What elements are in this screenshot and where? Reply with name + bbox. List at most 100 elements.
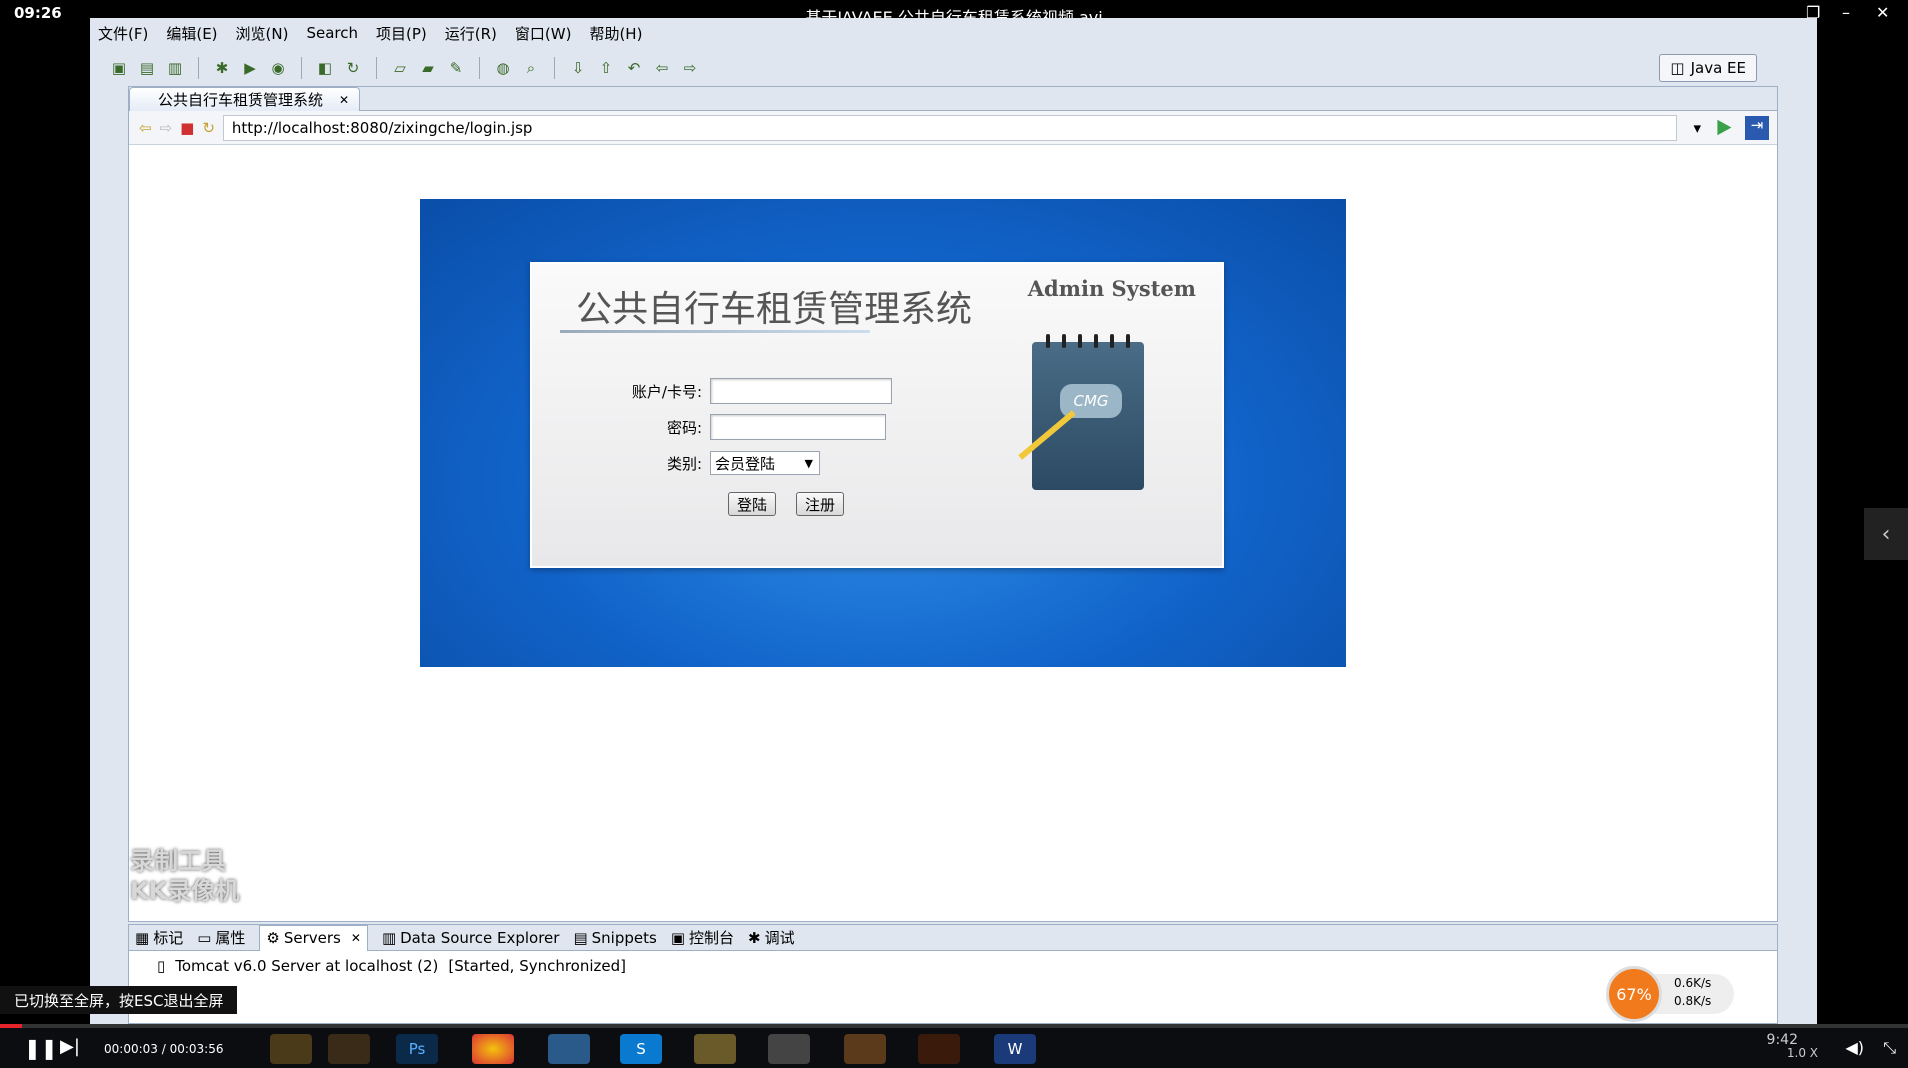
chevron-left-icon[interactable]: ‹ (1864, 508, 1908, 560)
toolbar-separator (301, 57, 302, 79)
menu-run[interactable]: 运行(R) (445, 23, 497, 44)
menu-help[interactable]: 帮助(H) (589, 23, 642, 44)
word-icon[interactable]: W (994, 1034, 1036, 1064)
open-type-icon[interactable]: ▰ (417, 57, 439, 79)
save-icon[interactable]: ▤ (136, 57, 158, 79)
chevron-down-icon: ▼ (804, 456, 813, 470)
pencil-icon[interactable]: ✎ (445, 57, 467, 79)
account-row: 账户/卡号: (532, 378, 892, 404)
chevron-down-icon[interactable]: ▾ (1693, 119, 1701, 137)
app-icon[interactable] (918, 1034, 960, 1064)
menu-window[interactable]: 窗口(W) (515, 23, 572, 44)
toolbar-separator (479, 57, 480, 79)
close-tab-icon[interactable]: ✕ (351, 931, 361, 945)
tab-data-source-explorer[interactable]: ▥ Data Source Explorer (382, 929, 560, 947)
menu-edit[interactable]: 编辑(E) (166, 23, 217, 44)
forward-icon[interactable]: ⇨ (160, 119, 173, 137)
register-button[interactable]: 注册 (796, 492, 845, 516)
globe-icon[interactable]: ◍ (492, 57, 514, 79)
photoshop-icon[interactable]: Ps (396, 1034, 438, 1064)
url-input[interactable]: http://localhost:8080/zixingche/login.js… (222, 114, 1678, 141)
left-trim (90, 88, 128, 988)
menu-file[interactable]: 文件(F) (98, 23, 148, 44)
memory-percent: 67% (1606, 966, 1662, 1022)
tab-label: Servers (283, 929, 341, 947)
playback-speed[interactable]: 1.0 X (1787, 1046, 1818, 1060)
pause-icon[interactable]: ❚❚ (24, 1036, 58, 1060)
perspective-switcher[interactable]: ◫ Java EE (1659, 54, 1757, 82)
toolbar-separator (554, 57, 555, 79)
refresh-icon[interactable]: ↻ (342, 57, 364, 79)
login-button[interactable]: 登陆 (728, 492, 777, 516)
explorer-icon[interactable] (694, 1034, 736, 1064)
toolbar: ▣ ▤ ▥ ✱ ▶ ◉ ◧ ↻ ▱ ▰ ✎ ◍ ⌕ ⇩ ⇧ ↶ ⇦ ⇨ (90, 50, 1817, 86)
tab-login-page[interactable]: 公共自行车租赁管理系统 ✕ (129, 87, 361, 111)
new-server-icon[interactable]: ◧ (314, 57, 336, 79)
password-row: 密码: (532, 414, 886, 440)
menu-project[interactable]: 项目(P) (376, 23, 427, 44)
chrome-icon[interactable] (472, 1034, 514, 1064)
new-icon[interactable]: ▣ (108, 57, 130, 79)
server-name: Tomcat v6.0 Server at localhost (2) (175, 957, 439, 975)
tab-label: 调试 (764, 929, 795, 947)
ring (1110, 334, 1114, 348)
stop-icon[interactable]: ■ (180, 119, 194, 137)
media-player-icon[interactable] (328, 1034, 370, 1064)
tab-properties[interactable]: ▭ 属性 (197, 927, 245, 948)
minimize-icon[interactable]: – (1842, 3, 1850, 22)
tool-icon[interactable] (768, 1034, 810, 1064)
tab-debug[interactable]: ✱ 调试 (748, 927, 795, 948)
folder-icon[interactable] (270, 1034, 312, 1064)
account-label: 账户/卡号: (631, 382, 702, 401)
open-external-icon[interactable]: ⇥ (1745, 115, 1769, 140)
tab-snippets[interactable]: ▤ Snippets (573, 929, 656, 947)
tab-console[interactable]: ▣ 控制台 (671, 927, 734, 948)
type-row: 类别: 会员登陆 ▼ (532, 451, 820, 475)
open-folder-icon[interactable]: ▱ (389, 57, 411, 79)
next-icon[interactable]: ▶| (60, 1036, 80, 1057)
toolbar-separator (198, 57, 199, 79)
refresh-icon[interactable]: ↻ (202, 119, 215, 137)
back-icon[interactable]: ⇦ (651, 57, 673, 79)
password-input[interactable] (710, 414, 886, 440)
go-icon[interactable] (1717, 119, 1732, 136)
menu-navigate[interactable]: 浏览(N) (236, 23, 289, 44)
server-row[interactable]: ▯ Tomcat v6.0 Server at localhost (2) [S… (129, 951, 1777, 975)
notebook-logo: CMG (1018, 334, 1144, 490)
tab-markers[interactable]: ▦ 标记 (135, 927, 183, 948)
last-edit-icon[interactable]: ↶ (623, 57, 645, 79)
tab-servers[interactable]: ⚙ Servers ✕ (259, 924, 368, 951)
close-tab-icon[interactable]: ✕ (339, 93, 349, 107)
tab-label: 属性 (215, 929, 246, 947)
external-tools-icon[interactable]: ◉ (267, 57, 289, 79)
prev-annotation-icon[interactable]: ⇧ (595, 57, 617, 79)
app-icon[interactable] (844, 1034, 886, 1064)
menu-search[interactable]: Search (306, 24, 358, 42)
type-value: 会员登陆 (715, 454, 776, 473)
print-icon[interactable]: ▥ (164, 57, 186, 79)
perspective-label: Java EE (1690, 59, 1746, 77)
servers-view: ▦ 标记 ▭ 属性 ⚙ Servers ✕ ▥ Data Source Explorer … (128, 924, 1778, 1024)
forward-icon[interactable]: ⇨ (679, 57, 701, 79)
next-annotation-icon[interactable]: ⇩ (567, 57, 589, 79)
run-icon[interactable]: ▶ (239, 57, 261, 79)
admin-system-label: Admin System (1027, 276, 1196, 301)
app-icon[interactable] (548, 1034, 590, 1064)
bottom-tabs: ▦ 标记 ▭ 属性 ⚙ Servers ✕ ▥ Data Source Explorer … (129, 924, 1777, 951)
fullscreen-icon[interactable]: ⤡ (1883, 1038, 1896, 1058)
skype-icon[interactable]: S (620, 1034, 662, 1064)
debug-icon[interactable]: ✱ (211, 57, 233, 79)
tab-label: 标记 (153, 929, 184, 947)
vertical-scrollbar[interactable] (1765, 149, 1775, 919)
network-monitor[interactable]: 0.6K/s 0.8K/s 67% (1606, 966, 1734, 1022)
close-icon[interactable]: ✕ (1876, 3, 1889, 22)
volume-icon[interactable]: ◀) (1845, 1038, 1864, 1057)
type-select[interactable]: 会员登陆 ▼ (710, 451, 820, 475)
back-icon[interactable]: ⇦ (139, 119, 152, 137)
fullscreen-toast: 已切换至全屏，按ESC退出全屏 (0, 986, 238, 1014)
ring (1062, 334, 1066, 348)
ring (1126, 334, 1130, 348)
account-input[interactable] (710, 378, 892, 404)
search-icon[interactable]: ⌕ (520, 57, 542, 79)
debug-icon: ✱ (748, 928, 761, 947)
